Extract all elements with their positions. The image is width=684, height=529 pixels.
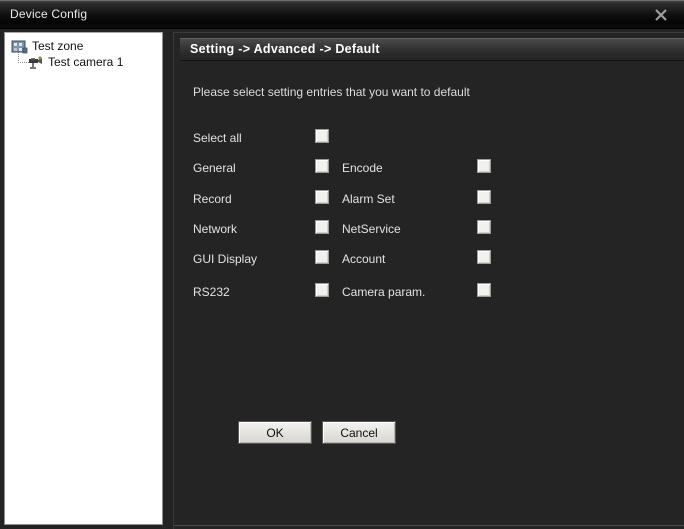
option-label-netservice: NetService bbox=[342, 222, 401, 236]
option-label-general: General bbox=[193, 161, 236, 175]
tree-item-test-camera-1[interactable]: Test camera 1 bbox=[27, 54, 123, 70]
device-config-window: Device Config Test zone Test camera 1 Se… bbox=[0, 0, 684, 529]
cancel-button[interactable]: Cancel bbox=[322, 421, 396, 444]
option-label-encode: Encode bbox=[342, 161, 383, 175]
option-row-rs232-cameraparam: RS232 Camera param. bbox=[174, 282, 684, 304]
checkbox-camera-param[interactable] bbox=[477, 283, 491, 297]
default-options-grid: Select all General Encode Record Alarm S… bbox=[174, 33, 684, 413]
panel-bottom-divider bbox=[174, 525, 684, 526]
option-row-general-encode: General Encode bbox=[174, 158, 684, 180]
option-row-guidisplay-account: GUI Display Account bbox=[174, 249, 684, 271]
window-titlebar: Device Config bbox=[0, 0, 684, 29]
close-x-icon bbox=[655, 8, 667, 21]
checkbox-select-all[interactable] bbox=[315, 129, 329, 143]
checkbox-account[interactable] bbox=[477, 250, 491, 264]
option-row-record-alarmset: Record Alarm Set bbox=[174, 189, 684, 211]
option-label-select-all: Select all bbox=[193, 131, 242, 145]
checkbox-rs232[interactable] bbox=[315, 283, 329, 297]
device-tree-panel[interactable]: Test zone Test camera 1 bbox=[4, 32, 163, 525]
titlebar-highlight bbox=[0, 0, 684, 1]
zone-folder-icon bbox=[11, 39, 28, 54]
checkbox-alarm-set[interactable] bbox=[477, 190, 491, 204]
checkbox-record[interactable] bbox=[315, 190, 329, 204]
option-label-record: Record bbox=[193, 192, 232, 206]
option-label-gui-display: GUI Display bbox=[193, 252, 258, 266]
option-label-camera-param: Camera param. bbox=[342, 285, 426, 299]
settings-content-panel: Setting -> Advanced -> Default Please se… bbox=[173, 32, 684, 529]
checkbox-netservice[interactable] bbox=[477, 220, 491, 234]
option-label-alarm-set: Alarm Set bbox=[342, 192, 395, 206]
device-tree-list: Test zone Test camera 1 bbox=[5, 33, 162, 524]
option-label-account: Account bbox=[342, 252, 386, 266]
checkbox-encode[interactable] bbox=[477, 159, 491, 173]
option-row-select-all: Select all bbox=[174, 128, 684, 150]
close-icon[interactable] bbox=[646, 2, 676, 27]
camera-icon bbox=[27, 55, 44, 70]
tree-item-label: Test camera 1 bbox=[48, 55, 124, 69]
option-label-rs232: RS232 bbox=[193, 285, 230, 299]
tree-item-test-zone[interactable]: Test zone bbox=[11, 38, 83, 54]
window-title: Device Config bbox=[10, 7, 88, 21]
option-label-network: Network bbox=[193, 222, 238, 236]
checkbox-network[interactable] bbox=[315, 220, 329, 234]
checkbox-gui-display[interactable] bbox=[315, 250, 329, 264]
tree-item-label: Test zone bbox=[32, 39, 84, 53]
checkbox-general[interactable] bbox=[315, 159, 329, 173]
option-row-network-netservice: Network NetService bbox=[174, 219, 684, 241]
ok-button[interactable]: OK bbox=[238, 421, 312, 444]
